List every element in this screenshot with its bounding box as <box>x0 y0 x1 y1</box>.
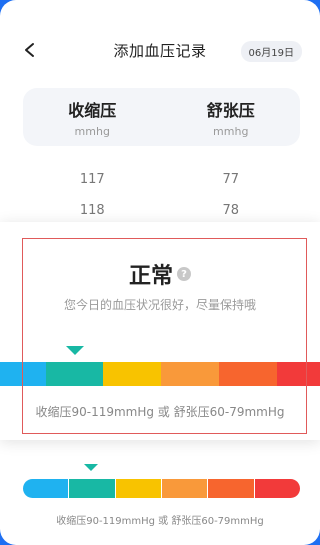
systolic-picker-value[interactable]: 117 <box>23 172 162 187</box>
header: 添加血压记录 06月19日 <box>0 30 320 70</box>
small-level-segment <box>254 479 300 498</box>
level-segment <box>0 362 46 386</box>
small-level-segment <box>115 479 162 498</box>
diastolic-unit: mmhg <box>213 124 249 138</box>
date-badge[interactable]: 06月19日 <box>240 41 302 62</box>
systolic-unit: mmhg <box>74 124 110 138</box>
small-level-segment <box>208 479 255 498</box>
column-header-card: 收缩压 mmhg 舒张压 mmhg <box>23 88 300 146</box>
level-scale <box>0 362 320 386</box>
systolic-column: 收缩压 mmhg <box>23 88 162 146</box>
small-level-segment <box>161 479 209 498</box>
small-level-segment <box>23 479 70 498</box>
status-description: 您今日的血压状况很好，尽量保持哦 <box>63 298 256 312</box>
status-title-text: 正常 <box>128 264 173 289</box>
diastolic-column: 舒张压 mmhg <box>162 88 301 146</box>
status-title: 正常? <box>0 258 320 290</box>
small-level-marker <box>84 464 98 471</box>
question-icon[interactable]: ? <box>177 267 191 281</box>
level-marker <box>66 346 84 355</box>
systolic-title: 收缩压 <box>68 100 117 120</box>
systolic-picker-value[interactable]: 118 <box>23 203 162 218</box>
small-level-segment <box>69 479 116 498</box>
level-segment <box>219 362 277 386</box>
picker-row[interactable]: 118 78 <box>23 203 300 218</box>
level-segment <box>161 362 219 386</box>
diastolic-picker-value[interactable]: 78 <box>162 203 301 218</box>
level-segment <box>103 362 161 386</box>
level-segment <box>277 362 320 386</box>
picker-row[interactable]: 117 77 <box>23 172 300 187</box>
screen: 添加血压记录 06月19日 收缩压 mmhg 舒张压 mmhg 117 77 1… <box>0 0 320 545</box>
diastolic-title: 舒张压 <box>206 100 255 120</box>
range-text: 收缩压90-119mmHg 或 舒张压60-79mmHg <box>35 405 285 419</box>
level-segment <box>46 362 103 386</box>
small-range-text: 收缩压90-119mmHg 或 舒张压60-79mmHg <box>56 516 264 527</box>
diastolic-picker-value[interactable]: 77 <box>162 172 301 187</box>
small-level-scale <box>23 479 300 498</box>
